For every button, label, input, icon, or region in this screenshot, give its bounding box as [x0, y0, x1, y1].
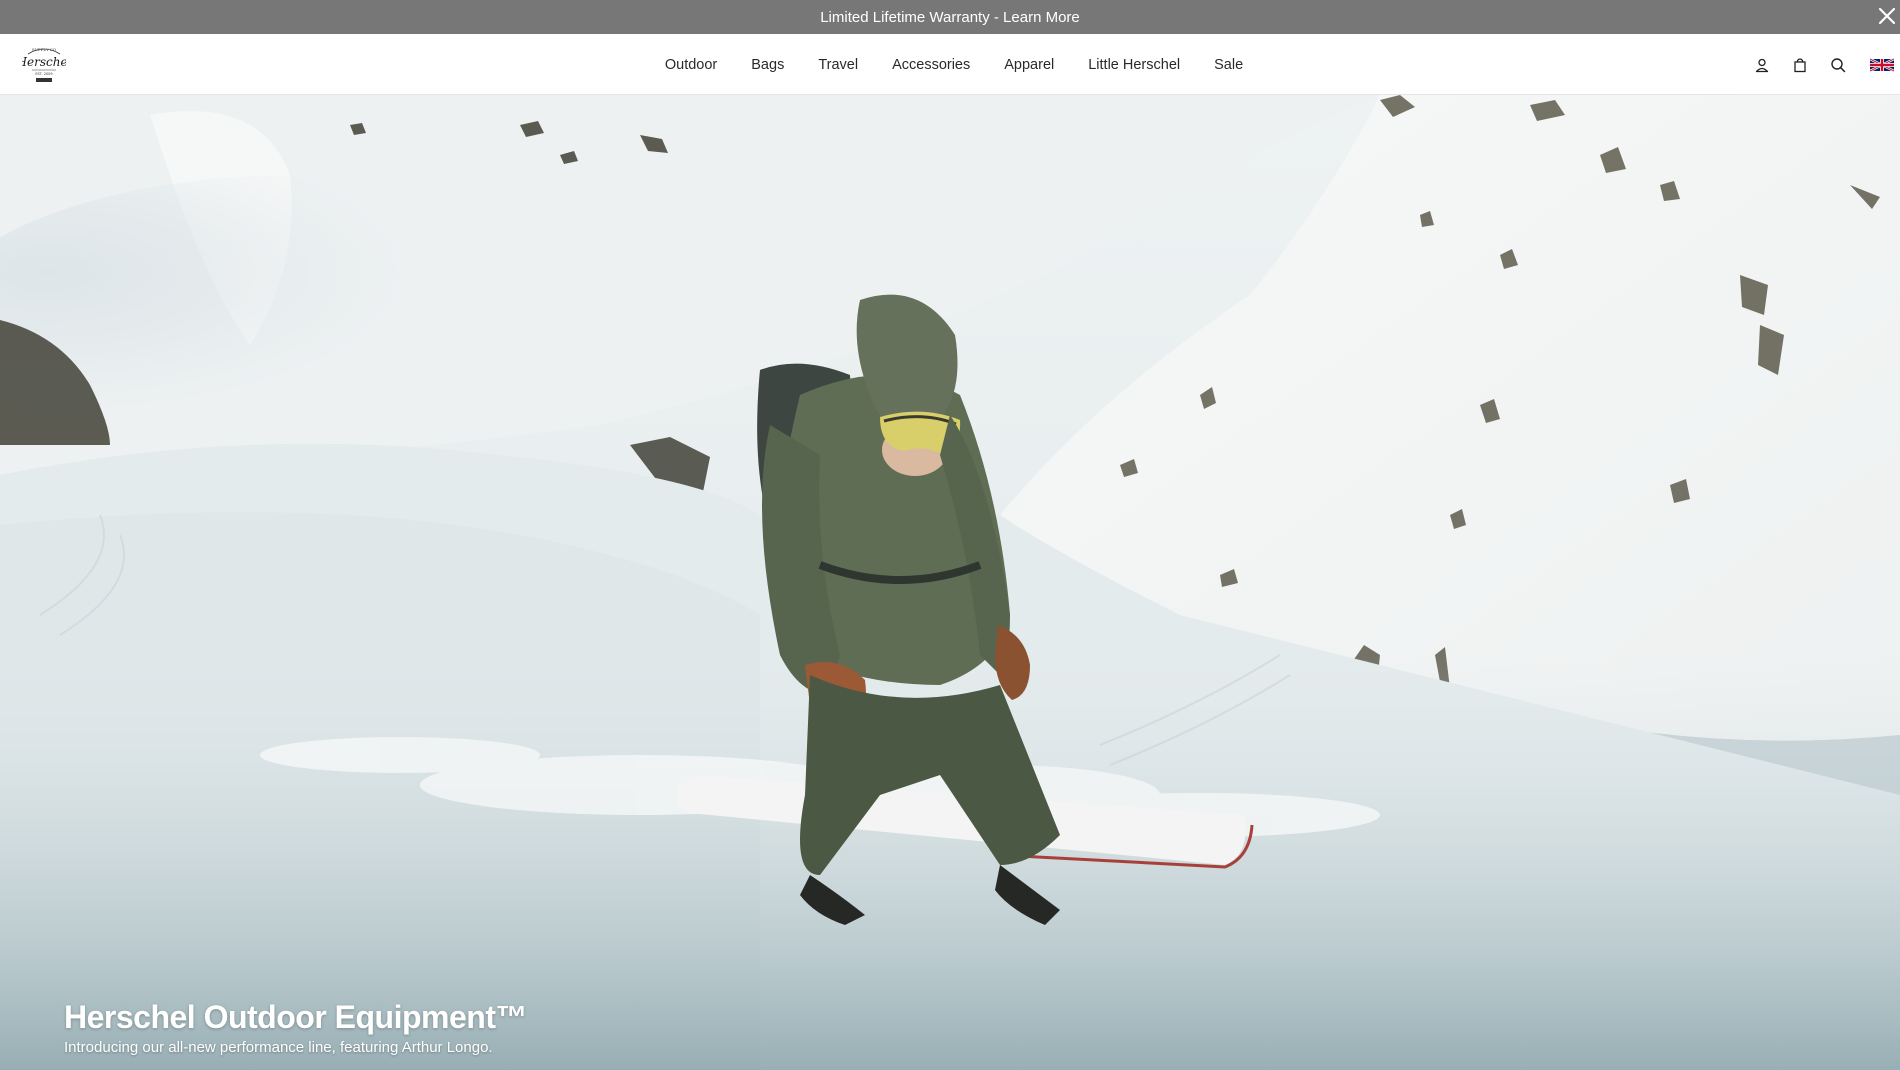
svg-text:Herschel: Herschel	[22, 55, 66, 69]
search-icon[interactable]	[1828, 55, 1848, 75]
nav-item-sale[interactable]: Sale	[1214, 57, 1243, 73]
cart-icon[interactable]	[1790, 55, 1810, 75]
nav-item-travel[interactable]: Travel	[818, 57, 858, 73]
hero-subtitle: Introducing our all-new performance line…	[64, 1039, 493, 1056]
nav-item-bags[interactable]: Bags	[751, 57, 784, 73]
svg-text:SUPPLY CO: SUPPLY CO	[32, 47, 57, 52]
herschel-logo[interactable]: SUPPLY CO Herschel EST. 2009	[22, 42, 66, 86]
announcement-bar: Limited Lifetime Warranty - Learn More	[0, 0, 1900, 34]
header-utilities	[1752, 34, 1900, 95]
uk-flag-icon[interactable]	[1870, 57, 1894, 73]
announcement-link[interactable]: Limited Lifetime Warranty - Learn More	[820, 9, 1080, 26]
main-nav: Outdoor Bags Travel Accessories Apparel …	[0, 34, 1900, 95]
svg-text:EST. 2009: EST. 2009	[35, 72, 52, 76]
hero-snowboarder-image	[0, 95, 1900, 1070]
hero-title[interactable]: Herschel Outdoor Equipment™	[64, 999, 527, 1035]
nav-item-accessories[interactable]: Accessories	[892, 57, 970, 73]
nav-item-little-herschel[interactable]: Little Herschel	[1088, 57, 1180, 73]
hero-banner[interactable]: Herschel Outdoor Equipment™ Introducing …	[0, 95, 1900, 1070]
nav-item-apparel[interactable]: Apparel	[1004, 57, 1054, 73]
site-header: SUPPLY CO Herschel EST. 2009 Outdoor Bag…	[0, 34, 1900, 95]
close-icon[interactable]	[1876, 5, 1898, 27]
account-icon[interactable]	[1752, 55, 1772, 75]
nav-item-outdoor[interactable]: Outdoor	[665, 57, 717, 73]
hero-caption: Herschel Outdoor Equipment™ Introducing …	[64, 999, 527, 1056]
